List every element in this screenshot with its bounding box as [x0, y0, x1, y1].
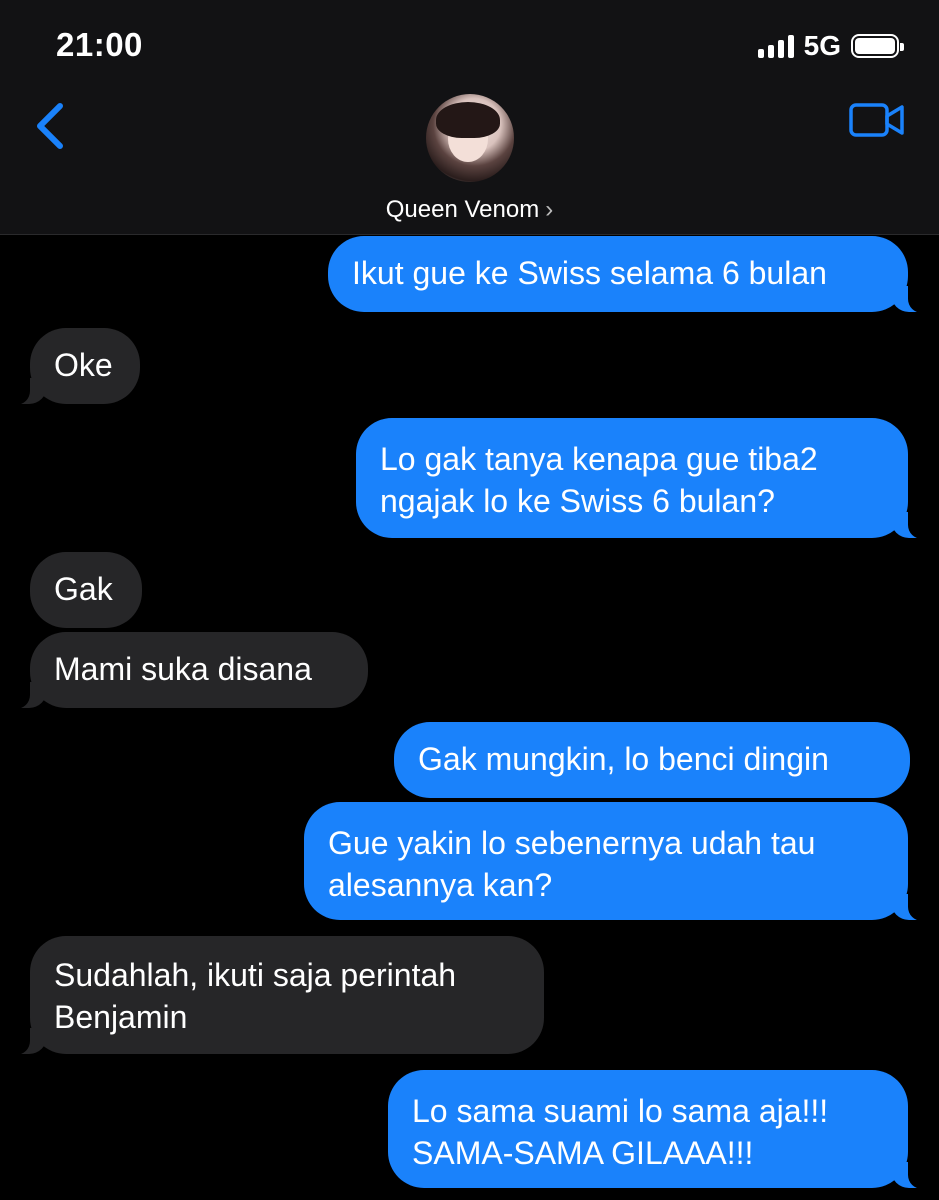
battery-icon [851, 34, 904, 58]
message-text: SAMA-SAMA GILAAA!!! [412, 1135, 754, 1171]
conversation-header: 21:00 5G Queen Venom › [0, 0, 939, 235]
message-text: alesannya kan? [328, 867, 553, 903]
message-bubble-incoming[interactable]: Sudahlah, ikuti saja perintah Benjamin [8, 936, 544, 1055]
message-text: Gak mungkin, lo benci dingin [418, 741, 829, 777]
message-text: Lo sama suami lo sama aja!!! [412, 1093, 829, 1129]
message-bubble-incoming[interactable]: Mami suka disana [8, 632, 368, 709]
message-text: Mami suka disana [54, 651, 312, 687]
network-label: 5G [803, 30, 841, 61]
contact-name-row[interactable]: Queen Venom › [0, 196, 939, 224]
message-text: Ikut gue ke Swiss selama 6 bulan [352, 255, 827, 291]
message-text: Lo gak tanya kenapa gue tiba2 [380, 441, 818, 477]
message-bubble-outgoing[interactable]: Ikut gue ke Swiss selama 6 bulan [328, 236, 930, 313]
message-text: Gue yakin lo sebenernya udah tau [328, 825, 816, 861]
status-time: 21:00 [56, 26, 143, 63]
contact-name: Queen Venom [385, 196, 540, 223]
signal-bars-icon [757, 34, 794, 58]
chevron-left-icon[interactable] [32, 100, 72, 152]
message-text: Gak [54, 571, 113, 607]
message-text: Benjamin [54, 999, 188, 1035]
message-bubble-incoming[interactable]: Gak [30, 552, 142, 628]
message-bubble-outgoing[interactable]: Lo sama suami lo sama aja!!! SAMA-SAMA G… [388, 1070, 930, 1189]
message-bubble-outgoing[interactable]: Gue yakin lo sebenernya udah tau alesann… [304, 802, 930, 921]
message-text: Sudahlah, ikuti saja perintah [54, 957, 457, 993]
chevron-right-icon: › [545, 196, 554, 223]
contact-avatar[interactable] [426, 94, 514, 182]
message-bubble-outgoing[interactable]: Gak mungkin, lo benci dingin [394, 722, 910, 798]
status-indicators: 5G [757, 30, 904, 62]
message-text: Oke [54, 347, 113, 383]
message-bubble-incoming[interactable]: Oke [8, 328, 140, 405]
message-bubble-outgoing[interactable]: Lo gak tanya kenapa gue tiba2 ngajak lo … [356, 418, 930, 539]
video-camera-icon[interactable] [849, 102, 905, 138]
message-text: ngajak lo ke Swiss 6 bulan? [380, 483, 775, 519]
